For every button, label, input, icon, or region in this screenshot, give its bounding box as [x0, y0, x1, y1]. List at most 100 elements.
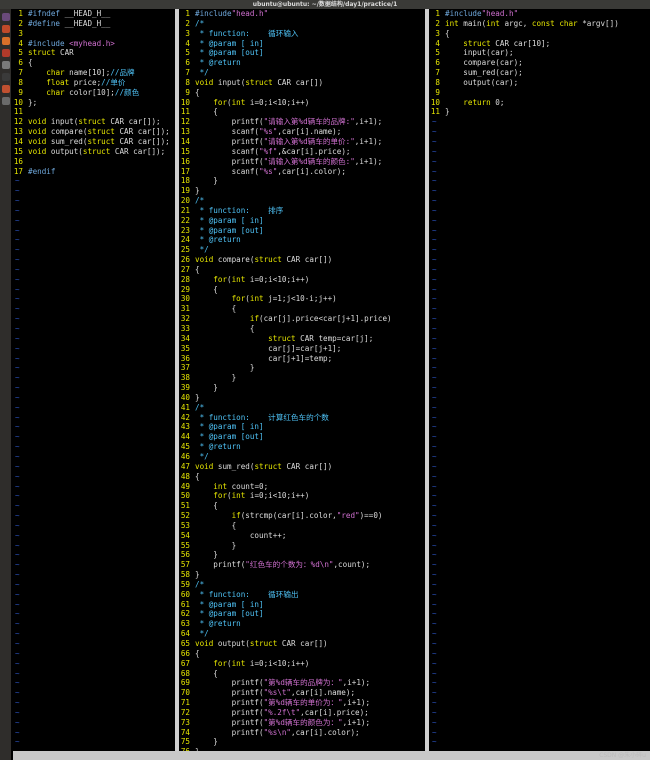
- code-line[interactable]: 12 void input(struct CAR car[]);: [13, 117, 175, 127]
- code-line[interactable]: 11}: [430, 107, 650, 117]
- code-line[interactable]: 18 }: [180, 176, 425, 186]
- code-line[interactable]: 15 scanf("%f",&car[i].price);: [180, 147, 425, 157]
- code-line[interactable]: 4 #include <myhead.h>: [13, 39, 175, 49]
- code-line[interactable]: 7 char name[10];//品牌: [13, 68, 175, 78]
- code-line[interactable]: 71 printf("第%d辆车的单价为：",i+1);: [180, 698, 425, 708]
- code-line[interactable]: 16: [13, 157, 175, 167]
- code-line[interactable]: 3{: [430, 29, 650, 39]
- code-line[interactable]: 25 */: [180, 245, 425, 255]
- code-line[interactable]: 29 {: [180, 285, 425, 295]
- code-line[interactable]: 63 * @return: [180, 619, 425, 629]
- code-line[interactable]: 8 output(car);: [430, 78, 650, 88]
- code-line[interactable]: 54 count++;: [180, 531, 425, 541]
- code-line[interactable]: 1 #ifndef __HEAD_H__: [13, 9, 175, 19]
- code-line[interactable]: 69 printf("第%d辆车的品牌为：",i+1);: [180, 678, 425, 688]
- code-line[interactable]: 2 int main(int argc, const char *argv[]): [430, 19, 650, 29]
- code-line[interactable]: 6 compare(car);: [430, 58, 650, 68]
- code-line[interactable]: 23 * @param [out]: [180, 226, 425, 236]
- code-line[interactable]: 65 void output(struct CAR car[]): [180, 639, 425, 649]
- code-line[interactable]: 37 }: [180, 363, 425, 373]
- settings-icon[interactable]: [1, 61, 10, 69]
- code-line[interactable]: 55 }: [180, 541, 425, 551]
- code-line[interactable]: 32 if(car[j].price<car[j+1].price): [180, 314, 425, 324]
- code-line[interactable]: 66 {: [180, 649, 425, 659]
- software-icon[interactable]: [1, 49, 10, 57]
- code-line[interactable]: 46 */: [180, 452, 425, 462]
- code-line[interactable]: 17 #endif: [13, 167, 175, 177]
- code-line[interactable]: 72 printf("%.2f\t",car[i].price);: [180, 708, 425, 718]
- code-line[interactable]: 22 * @param [ in]: [180, 216, 425, 226]
- code-line[interactable]: 43 * @param [ in]: [180, 422, 425, 432]
- code-line[interactable]: 48 {: [180, 472, 425, 482]
- code-line[interactable]: 24 * @return: [180, 235, 425, 245]
- code-line[interactable]: 20 /*: [180, 196, 425, 206]
- code-line[interactable]: 53 {: [180, 521, 425, 531]
- update-icon[interactable]: [1, 85, 10, 93]
- code-line[interactable]: 17 scanf("%s",car[i].color);: [180, 167, 425, 177]
- vim-pane-head-h[interactable]: 1 #ifndef __HEAD_H__ 2 #define __HEAD_H__ 3 4…: [13, 9, 175, 751]
- code-line[interactable]: 67 for(int i=0;i<10;i++): [180, 659, 425, 669]
- code-line[interactable]: 2 #define __HEAD_H__: [13, 19, 175, 29]
- code-line[interactable]: 10};: [13, 98, 175, 108]
- code-line[interactable]: 70 printf("%s\t",car[i].name);: [180, 688, 425, 698]
- vim-pane-main-c[interactable]: 1 #include"head.h" 2 int main(int argc, con…: [430, 9, 650, 751]
- code-line[interactable]: 64 */: [180, 629, 425, 639]
- code-line[interactable]: 35 car[j]=car[j+1];: [180, 344, 425, 354]
- code-line[interactable]: 74 printf("%s\n",car[i].color);: [180, 728, 425, 738]
- code-line[interactable]: 14 printf("请输入第%d辆车的单价:",i+1);: [180, 137, 425, 147]
- files-icon[interactable]: [1, 25, 10, 33]
- code-line[interactable]: 31 {: [180, 304, 425, 314]
- code-line[interactable]: 60 * function: 循环输出: [180, 590, 425, 600]
- code-line[interactable]: 36 car[j+1]=temp;: [180, 354, 425, 364]
- code-line[interactable]: 7 */: [180, 68, 425, 78]
- code-line[interactable]: 50 for(int i=0;i<10;i++): [180, 491, 425, 501]
- code-line[interactable]: 8 void input(struct CAR car[]): [180, 78, 425, 88]
- code-line[interactable]: 5 struct CAR: [13, 48, 175, 58]
- code-line[interactable]: 12 printf("请输入第%d辆车的品牌:",i+1);: [180, 117, 425, 127]
- code-line[interactable]: 39 }: [180, 383, 425, 393]
- code-line[interactable]: 75 }: [180, 737, 425, 747]
- code-line[interactable]: 62 * @param [out]: [180, 609, 425, 619]
- vertical-split-divider[interactable]: [425, 9, 429, 751]
- code-line[interactable]: 34 struct CAR temp=car[j];: [180, 334, 425, 344]
- firefox-icon[interactable]: [1, 37, 10, 45]
- code-line[interactable]: 8 float price;//单价: [13, 78, 175, 88]
- code-line[interactable]: 38 }: [180, 373, 425, 383]
- code-line[interactable]: 4 * @param [ in]: [180, 39, 425, 49]
- code-line[interactable]: 33 {: [180, 324, 425, 334]
- code-line[interactable]: 58}: [180, 570, 425, 580]
- code-line[interactable]: 68 {: [180, 669, 425, 679]
- code-line[interactable]: 10 return 0;: [430, 98, 650, 108]
- code-line[interactable]: 13 scanf("%s",car[i].name);: [180, 127, 425, 137]
- code-line[interactable]: 7 sum_red(car);: [430, 68, 650, 78]
- code-line[interactable]: 3: [13, 29, 175, 39]
- code-line[interactable]: 45 * @return: [180, 442, 425, 452]
- code-line[interactable]: 6{: [13, 58, 175, 68]
- code-line[interactable]: 1 #include"head.h": [430, 9, 650, 19]
- code-line[interactable]: 10 for(int i=0;i<10;i++): [180, 98, 425, 108]
- code-line[interactable]: 3 * function: 循环输入: [180, 29, 425, 39]
- code-line[interactable]: 57 printf("红色车的个数为：%d\n",count);: [180, 560, 425, 570]
- code-line[interactable]: 61 * @param [ in]: [180, 600, 425, 610]
- dash-icon[interactable]: [1, 13, 10, 21]
- code-line[interactable]: 9: [430, 88, 650, 98]
- terminal-icon[interactable]: [1, 73, 10, 81]
- code-line[interactable]: 5 input(car);: [430, 48, 650, 58]
- code-line[interactable]: 1 #include"head.h": [180, 9, 425, 19]
- code-line[interactable]: 44 * @param [out]: [180, 432, 425, 442]
- code-line[interactable]: 5 * @param [out]: [180, 48, 425, 58]
- code-line[interactable]: 11: [13, 107, 175, 117]
- code-line[interactable]: 11 {: [180, 107, 425, 117]
- code-line[interactable]: 15 void output(struct CAR car[]);: [13, 147, 175, 157]
- code-line[interactable]: 4 struct CAR car[10];: [430, 39, 650, 49]
- disk-icon[interactable]: [1, 97, 10, 105]
- code-line[interactable]: 27 {: [180, 265, 425, 275]
- code-line[interactable]: 9{: [180, 88, 425, 98]
- code-line[interactable]: 28 for(int i=0;i<10;i++): [180, 275, 425, 285]
- code-line[interactable]: 6 * @return: [180, 58, 425, 68]
- code-line[interactable]: 41 /*: [180, 403, 425, 413]
- code-line[interactable]: 30 for(int j=1;j<10-i;j++): [180, 294, 425, 304]
- code-line[interactable]: 21 * function: 排序: [180, 206, 425, 216]
- code-line[interactable]: 2 /*: [180, 19, 425, 29]
- code-line[interactable]: 73 printf("第%d辆车的颜色为：",i+1);: [180, 718, 425, 728]
